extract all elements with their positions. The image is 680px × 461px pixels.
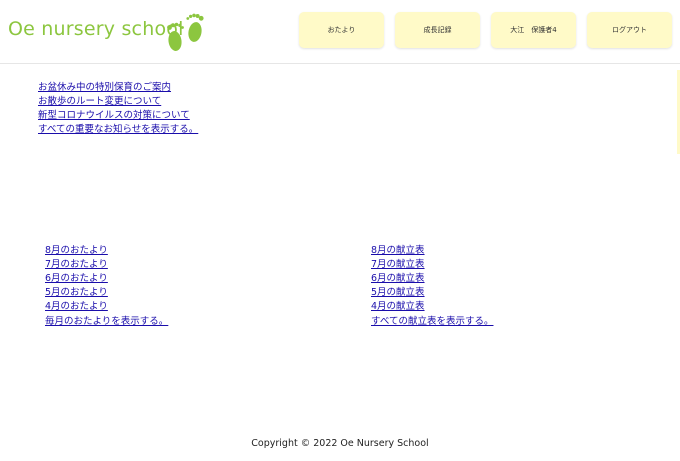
newsletter-link-june[interactable]: 6月のおたより xyxy=(45,272,108,286)
footprints-icon[interactable] xyxy=(160,8,210,58)
menu-link-june[interactable]: 6月の献立表 xyxy=(371,272,425,286)
footer-copyright: Copyright © 2022 Oe Nursery School xyxy=(251,438,429,449)
notice-link-show-all[interactable]: すべての重要なお知らせを表示する。 xyxy=(38,123,198,137)
notice-link-walk-route[interactable]: お散歩のルート変更について xyxy=(38,95,161,109)
menu-link-july[interactable]: 7月の献立表 xyxy=(371,258,425,272)
site-logo-text[interactable]: Oe nursery school xyxy=(8,18,184,40)
newsletter-link-may[interactable]: 5月のおたより xyxy=(45,286,108,300)
nav-growth-record-button[interactable]: 成長記録 xyxy=(395,12,480,48)
nav-newsletter-button[interactable]: おたより xyxy=(299,12,384,48)
newsletter-link-show-all[interactable]: 毎月のおたよりを表示する。 xyxy=(45,315,168,329)
newsletter-link-july[interactable]: 7月のおたより xyxy=(45,258,108,272)
notice-link-covid-measures[interactable]: 新型コロナウイルスの対策について xyxy=(38,109,190,123)
menu-link-august[interactable]: 8月の献立表 xyxy=(371,244,425,258)
newsletter-link-april[interactable]: 4月のおたより xyxy=(45,300,108,314)
menu-link-may[interactable]: 5月の献立表 xyxy=(371,286,425,300)
menu-link-show-all[interactable]: すべての献立表を表示する。 xyxy=(371,315,493,329)
newsletter-link-august[interactable]: 8月のおたより xyxy=(45,244,108,258)
nav-user-account-button[interactable]: 大江 保護者4 xyxy=(491,12,576,48)
menu-link-april[interactable]: 4月の献立表 xyxy=(371,300,425,314)
nav-logout-button[interactable]: ログアウト xyxy=(587,12,672,48)
notice-link-obon-childcare[interactable]: お盆休み中の特別保育のご案内 xyxy=(38,81,171,95)
site-header: Oe nursery school おたより 成長記録 大江 保護者4 ログアウ… xyxy=(0,0,680,64)
